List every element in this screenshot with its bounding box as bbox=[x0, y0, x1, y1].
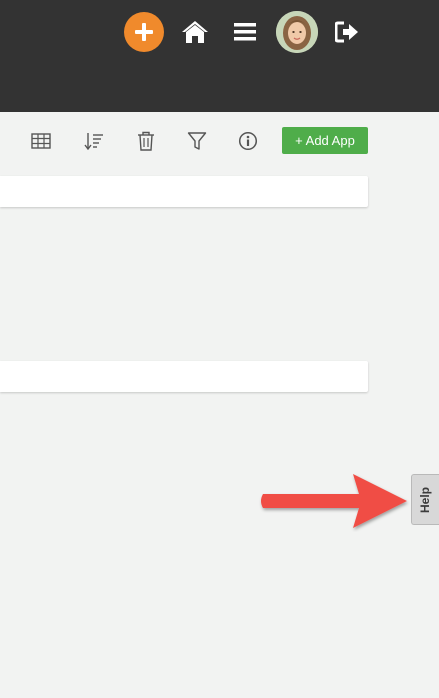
top-navbar bbox=[0, 0, 439, 112]
filter-icon[interactable] bbox=[185, 129, 209, 153]
home-icon[interactable] bbox=[180, 17, 210, 47]
add-app-button[interactable]: + Add App bbox=[282, 127, 368, 154]
info-icon[interactable] bbox=[236, 129, 260, 153]
menu-icon[interactable] bbox=[232, 19, 258, 45]
help-tab[interactable]: Help bbox=[411, 474, 439, 525]
help-label: Help bbox=[418, 486, 433, 513]
list-item[interactable] bbox=[0, 361, 368, 392]
annotation-arrow bbox=[261, 474, 407, 528]
grid-view-icon[interactable] bbox=[29, 129, 53, 153]
logout-icon[interactable] bbox=[334, 18, 362, 46]
list-item[interactable] bbox=[0, 176, 368, 207]
avatar[interactable] bbox=[276, 11, 318, 53]
trash-icon[interactable] bbox=[134, 129, 158, 153]
add-circle-icon[interactable] bbox=[124, 12, 164, 52]
sort-icon[interactable] bbox=[82, 129, 106, 153]
